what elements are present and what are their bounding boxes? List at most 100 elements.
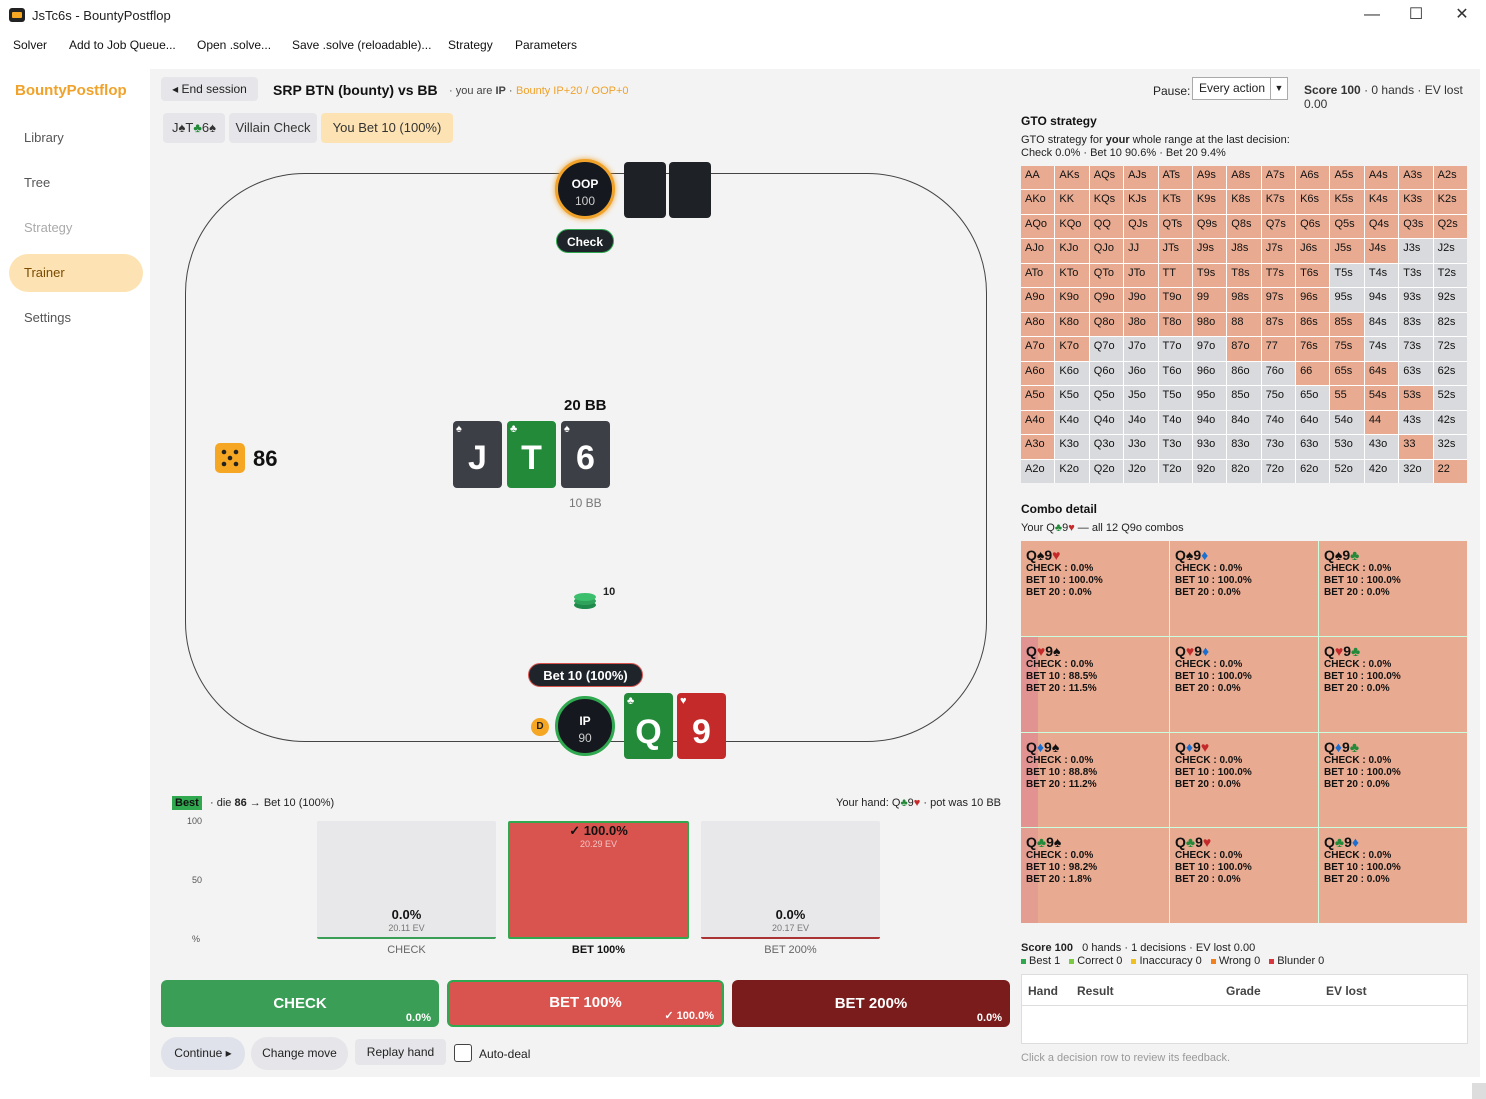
sidebar-item-strategy[interactable]: Strategy [9,209,143,247]
range-cell[interactable]: J5s [1330,239,1364,263]
auto-deal-checkbox[interactable] [454,1044,472,1062]
range-cell[interactable]: J8s [1227,239,1261,263]
range-cell[interactable]: A4s [1364,166,1399,190]
range-cell[interactable]: T2s [1433,263,1467,288]
range-cell[interactable]: 64o [1296,410,1330,435]
range-cell[interactable]: 72o [1261,459,1296,483]
check-action-button[interactable]: CHECK 0.0% [161,980,439,1027]
range-cell[interactable]: 22 [1433,459,1467,483]
range-cell[interactable]: K6o [1055,361,1089,386]
combo-cell[interactable]: Q♣9♥ CHECK : 0.0% BET 10 : 100.0% BET 20 : … [1170,828,1318,923]
range-cell[interactable]: K2s [1433,190,1467,214]
range-cell[interactable]: 87o [1227,337,1261,361]
range-cell[interactable]: 42s [1433,410,1467,435]
menu-save-solve[interactable]: Save .solve (reloadable)... [292,38,431,52]
range-cell[interactable]: J4o [1124,410,1158,435]
range-cell[interactable]: 33 [1399,435,1433,459]
replay-hand-button[interactable]: Replay hand [355,1039,446,1065]
range-cell[interactable]: 63s [1399,361,1433,386]
history-chip-villain[interactable]: Villain Check [229,113,317,143]
range-cell[interactable]: 54s [1364,386,1399,410]
combo-cell[interactable]: Q♥9♠ CHECK : 0.0% BET 10 : 88.5% BET 20 : 1… [1021,636,1169,732]
range-cell[interactable]: KTo [1055,263,1089,288]
range-cell[interactable]: Q8s [1227,214,1261,239]
range-cell[interactable]: K2o [1055,459,1089,483]
range-cell[interactable]: J4s [1364,239,1399,263]
range-cell[interactable]: 62o [1296,459,1330,483]
range-cell[interactable]: 62s [1433,361,1467,386]
range-cell[interactable]: 76s [1296,337,1330,361]
range-cell[interactable]: 52o [1330,459,1364,483]
range-cell[interactable]: 94s [1364,288,1399,312]
range-cell[interactable]: A8s [1227,166,1261,190]
range-cell[interactable]: 95s [1330,288,1364,312]
sidebar-item-library[interactable]: Library [9,119,143,157]
range-cell[interactable]: J6o [1124,361,1158,386]
range-cell[interactable]: 75o [1261,386,1296,410]
range-cell[interactable]: Q2s [1433,214,1467,239]
range-cell[interactable]: A5s [1330,166,1364,190]
range-cell[interactable]: 32o [1399,459,1433,483]
combo-cell[interactable]: Q♣9♦ CHECK : 0.0% BET 10 : 100.0% BET 20 : … [1319,828,1467,923]
range-cell[interactable]: 65s [1330,361,1364,386]
range-cell[interactable]: 76o [1261,361,1296,386]
range-cell[interactable]: K7s [1261,190,1296,214]
range-cell[interactable]: AKo [1021,190,1055,214]
combo-cell[interactable]: Q♠9♣ CHECK : 0.0% BET 10 : 100.0% BET 20 : … [1319,541,1467,636]
range-cell[interactable]: K8s [1227,190,1261,214]
range-cell[interactable]: T5s [1330,263,1364,288]
range-cell[interactable]: K3o [1055,435,1089,459]
range-cell[interactable]: QTs [1158,214,1192,239]
range-cell[interactable]: T2o [1158,459,1192,483]
range-cell[interactable]: Q9s [1192,214,1227,239]
range-cell[interactable]: A7o [1021,337,1055,361]
close-button[interactable]: ✕ [1439,4,1485,28]
range-cell[interactable]: J3o [1124,435,1158,459]
range-cell[interactable]: K8o [1055,312,1089,337]
range-cell[interactable]: ATs [1158,166,1192,190]
range-cell[interactable]: KQs [1089,190,1124,214]
range-cell[interactable]: K7o [1055,337,1089,361]
range-cell[interactable]: A8o [1021,312,1055,337]
range-cell[interactable]: T3s [1399,263,1433,288]
range-cell[interactable]: QJs [1124,214,1158,239]
range-cell[interactable]: 55 [1330,386,1364,410]
sidebar-item-settings[interactable]: Settings [9,299,143,337]
range-cell[interactable]: T8s [1227,263,1261,288]
combo-cell[interactable]: Q♦9♥ CHECK : 0.0% BET 10 : 100.0% BET 20 : … [1170,732,1318,828]
range-cell[interactable]: Q5o [1089,386,1124,410]
range-cell[interactable]: AQs [1089,166,1124,190]
range-cell[interactable]: T7o [1158,337,1192,361]
range-cell[interactable]: J8o [1124,312,1158,337]
range-cell[interactable]: 96o [1192,361,1227,386]
range-cell[interactable]: 32s [1433,435,1467,459]
range-cell[interactable]: T4o [1158,410,1192,435]
range-cell[interactable]: JTs [1158,239,1192,263]
range-cell[interactable]: 93s [1399,288,1433,312]
range-cell[interactable]: J5o [1124,386,1158,410]
range-cell[interactable]: 99 [1192,288,1227,312]
menu-strategy[interactable]: Strategy [448,38,493,52]
range-cell[interactable]: A3s [1399,166,1433,190]
chevron-down-icon[interactable]: ▼ [1270,78,1287,99]
range-cell[interactable]: A2s [1433,166,1467,190]
continue-button[interactable]: Continue ▸ [161,1037,245,1070]
range-cell[interactable]: 64s [1364,361,1399,386]
range-cell[interactable]: KQo [1055,214,1089,239]
range-cell[interactable]: 54o [1330,410,1364,435]
range-cell[interactable]: Q4s [1364,214,1399,239]
combo-cell[interactable]: Q♠9♦ CHECK : 0.0% BET 10 : 100.0% BET 20 : … [1170,541,1318,636]
range-cell[interactable]: 84s [1364,312,1399,337]
range-cell[interactable]: 97s [1261,288,1296,312]
range-cell[interactable]: 98s [1227,288,1261,312]
range-cell[interactable]: Q2o [1089,459,1124,483]
range-cell[interactable]: 65o [1296,386,1330,410]
range-cell[interactable]: K4o [1055,410,1089,435]
range-cell[interactable]: A6s [1296,166,1330,190]
range-cell[interactable]: K5s [1330,190,1364,214]
combo-cell[interactable]: Q♦9♣ CHECK : 0.0% BET 10 : 100.0% BET 20 : … [1319,732,1467,828]
range-cell[interactable]: T9s [1192,263,1227,288]
minimize-button[interactable]: — [1349,4,1395,28]
range-cell[interactable]: A7s [1261,166,1296,190]
range-cell[interactable]: QQ [1089,214,1124,239]
